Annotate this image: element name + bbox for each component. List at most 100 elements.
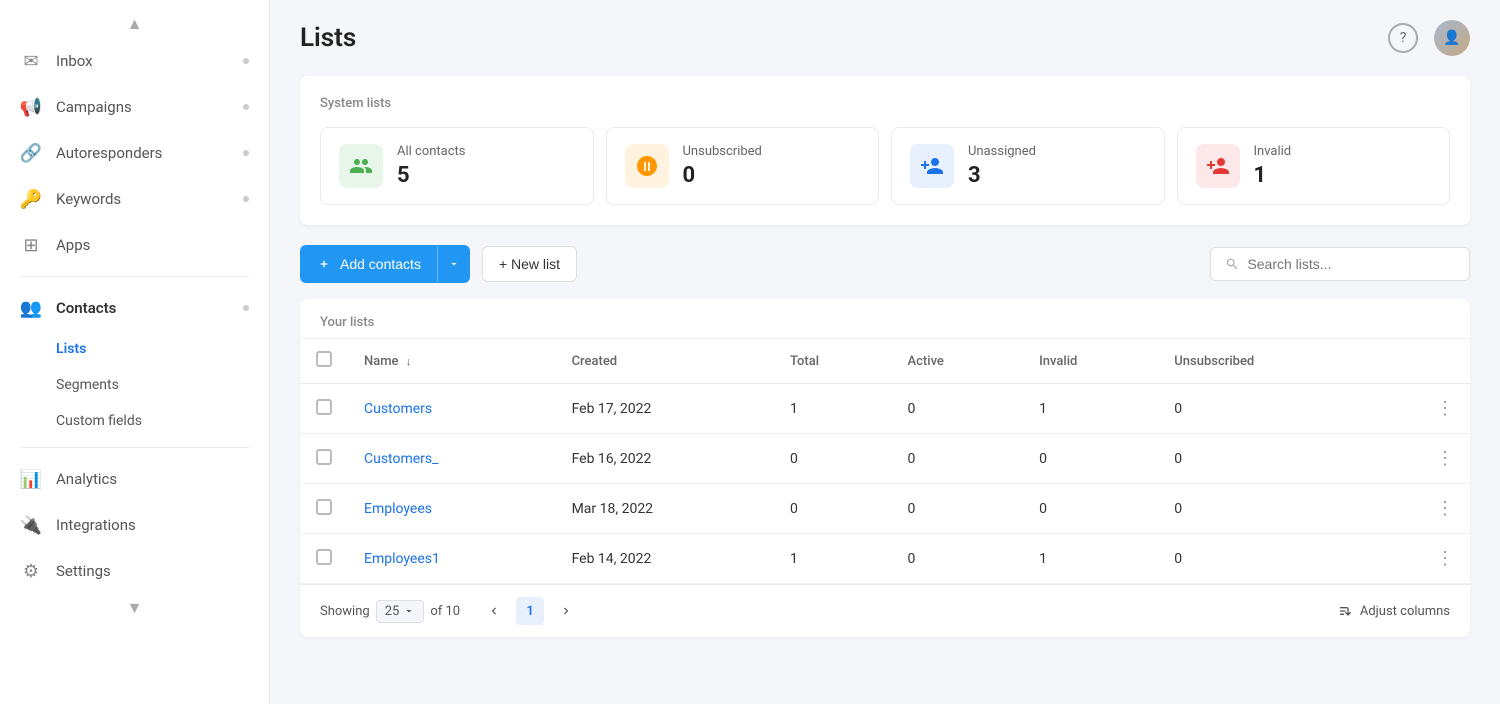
th-total[interactable]: Total — [774, 339, 892, 384]
sidebar-scroll-up[interactable]: ▲ — [0, 10, 269, 38]
autoresponders-icon: 🔗 — [20, 142, 42, 164]
sidebar-item-analytics[interactable]: 📊 Analytics — [0, 456, 269, 502]
new-list-button[interactable]: + New list — [482, 246, 577, 282]
row-actions-1[interactable]: ⋮ — [1374, 384, 1470, 434]
sidebar-label-campaigns: Campaigns — [56, 98, 132, 116]
sidebar-label-apps: Apps — [56, 236, 90, 254]
sidebar-label-lists: Lists — [56, 341, 86, 357]
row-checkbox[interactable] — [316, 399, 332, 415]
sidebar-label-settings: Settings — [56, 562, 111, 580]
avatar[interactable]: 👤 — [1434, 20, 1470, 56]
adjust-columns-button[interactable]: Adjust columns — [1338, 603, 1450, 619]
search-box[interactable] — [1210, 247, 1470, 281]
th-invalid[interactable]: Invalid — [1023, 339, 1158, 384]
row-unsubscribed-3: 0 — [1158, 484, 1373, 534]
add-contacts-label: Add contacts — [340, 256, 421, 272]
row-name-3[interactable]: Employees — [348, 484, 556, 534]
row-created-3: Mar 18, 2022 — [556, 484, 774, 534]
sidebar-item-settings[interactable]: ⚙ Settings — [0, 548, 269, 594]
col-invalid: Invalid — [1039, 354, 1077, 369]
add-contacts-button[interactable]: Add contacts — [300, 245, 470, 283]
col-created: Created — [572, 354, 618, 369]
system-lists-label: System lists — [320, 96, 1450, 111]
sidebar-item-keywords[interactable]: 🔑 Keywords — [0, 176, 269, 222]
row-checkbox[interactable] — [316, 449, 332, 465]
sidebar-item-lists[interactable]: Lists — [0, 331, 269, 367]
row-name-2[interactable]: Customers_ — [348, 434, 556, 484]
search-input[interactable] — [1247, 256, 1455, 272]
sidebar-label-contacts: Contacts — [56, 299, 116, 317]
sidebar-dot-inbox — [243, 58, 249, 64]
sidebar-item-custom-fields[interactable]: Custom fields — [0, 403, 269, 439]
per-page-arrow-icon — [403, 605, 415, 617]
col-total: Total — [790, 354, 819, 369]
sidebar-item-integrations[interactable]: 🔌 Integrations — [0, 502, 269, 548]
table-row: Customers_ Feb 16, 2022 0 0 0 0 ⋮ — [300, 434, 1470, 484]
sidebar-item-autoresponders[interactable]: 🔗 Autoresponders — [0, 130, 269, 176]
sidebar-divider — [20, 276, 249, 277]
page-1-button[interactable]: 1 — [516, 597, 544, 625]
sidebar-dot-keywords — [243, 196, 249, 202]
row-actions-2[interactable]: ⋮ — [1374, 434, 1470, 484]
prev-page-button[interactable] — [480, 597, 508, 625]
row-created-2: Feb 16, 2022 — [556, 434, 774, 484]
select-all-checkbox[interactable] — [316, 351, 332, 367]
unsubscribed-info: Unsubscribed 0 — [683, 144, 762, 188]
contacts-icon: 👥 — [20, 297, 42, 319]
add-contacts-main: Add contacts — [300, 246, 437, 282]
th-unsubscribed[interactable]: Unsubscribed — [1158, 339, 1373, 384]
row-invalid-3: 0 — [1023, 484, 1158, 534]
card-all-contacts[interactable]: All contacts 5 — [320, 127, 594, 205]
sidebar-item-contacts[interactable]: 👥 Contacts — [0, 285, 269, 331]
header: Lists ? 👤 — [300, 20, 1470, 56]
all-contacts-name: All contacts — [397, 144, 466, 159]
th-name[interactable]: Name ↓ — [348, 339, 556, 384]
sidebar-item-apps[interactable]: ⊞ Apps — [0, 222, 269, 268]
inbox-icon: ✉ — [20, 50, 42, 72]
sidebar-item-campaigns[interactable]: 📢 Campaigns — [0, 84, 269, 130]
th-active[interactable]: Active — [892, 339, 1024, 384]
new-list-label: + New list — [499, 256, 560, 272]
add-contacts-dropdown-arrow[interactable] — [438, 248, 470, 280]
card-unsubscribed[interactable]: Unsubscribed 0 — [606, 127, 880, 205]
table-row: Customers Feb 17, 2022 1 0 1 0 ⋮ — [300, 384, 1470, 434]
unassigned-info: Unassigned 3 — [968, 144, 1036, 188]
sidebar-label-integrations: Integrations — [56, 516, 136, 534]
next-page-button[interactable] — [552, 597, 580, 625]
sidebar-label-custom-fields: Custom fields — [56, 413, 142, 429]
keywords-icon: 🔑 — [20, 188, 42, 210]
row-name-4[interactable]: Employees1 — [348, 534, 556, 584]
row-actions-4[interactable]: ⋮ — [1374, 534, 1470, 584]
row-checkbox-3 — [300, 484, 348, 534]
card-unassigned[interactable]: Unassigned 3 — [891, 127, 1165, 205]
row-checkbox[interactable] — [316, 499, 332, 515]
row-active-2: 0 — [892, 434, 1024, 484]
row-total-2: 0 — [774, 434, 892, 484]
th-created[interactable]: Created — [556, 339, 774, 384]
sidebar-scroll-down[interactable]: ▼ — [0, 594, 269, 622]
row-checkbox[interactable] — [316, 549, 332, 565]
sidebar-item-inbox[interactable]: ✉ Inbox — [0, 38, 269, 84]
help-button[interactable]: ? — [1388, 23, 1418, 53]
th-actions — [1374, 339, 1470, 384]
invalid-name: Invalid — [1254, 144, 1292, 159]
unsubscribed-name: Unsubscribed — [683, 144, 762, 159]
all-contacts-value: 5 — [397, 163, 466, 188]
row-active-1: 0 — [892, 384, 1024, 434]
col-unsubscribed: Unsubscribed — [1174, 354, 1254, 369]
invalid-value: 1 — [1254, 163, 1292, 188]
table-row: Employees Mar 18, 2022 0 0 0 0 ⋮ — [300, 484, 1470, 534]
next-icon — [559, 604, 573, 618]
sidebar-item-segments[interactable]: Segments — [0, 367, 269, 403]
card-invalid[interactable]: Invalid 1 — [1177, 127, 1451, 205]
row-actions-3[interactable]: ⋮ — [1374, 484, 1470, 534]
row-created-4: Feb 14, 2022 — [556, 534, 774, 584]
unassigned-icon — [910, 144, 954, 188]
per-page-select[interactable]: 25 — [376, 600, 425, 623]
showing-label: Showing — [320, 604, 370, 619]
th-checkbox — [300, 339, 348, 384]
search-icon — [1225, 256, 1239, 272]
row-invalid-1: 1 — [1023, 384, 1158, 434]
row-name-1[interactable]: Customers — [348, 384, 556, 434]
sidebar-dot-autoresponders — [243, 150, 249, 156]
